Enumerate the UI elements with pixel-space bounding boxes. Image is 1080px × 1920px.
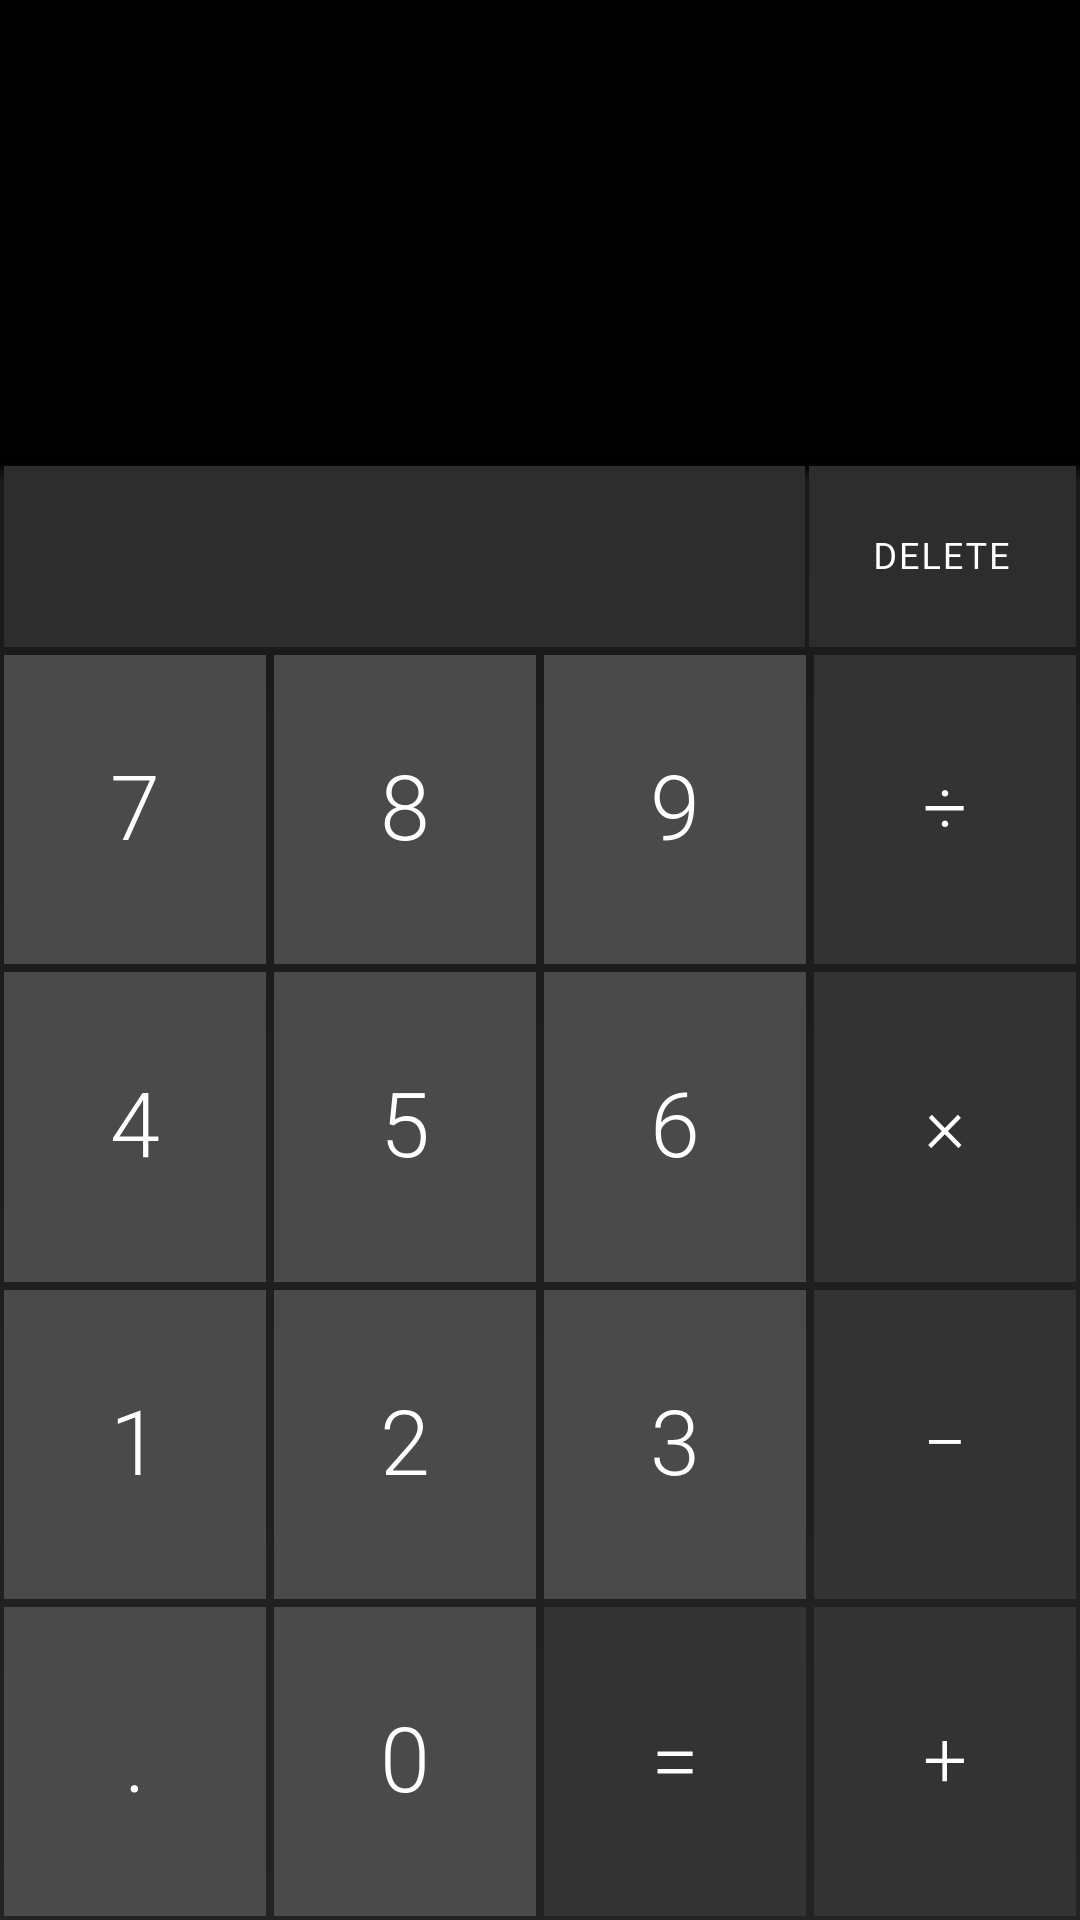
multiply-button[interactable]: ×	[814, 972, 1076, 1281]
digit-5-button[interactable]: 5	[274, 972, 536, 1281]
decimal-button[interactable]: .	[4, 1607, 266, 1916]
digit-3-button[interactable]: 3	[544, 1290, 806, 1599]
divide-button[interactable]: ÷	[814, 655, 1076, 964]
plus-button[interactable]: +	[814, 1607, 1076, 1916]
keypad-row-3: 1 2 3 −	[4, 1290, 1076, 1599]
keypad-row-2: 4 5 6 ×	[4, 972, 1076, 1281]
minus-button[interactable]: −	[814, 1290, 1076, 1599]
digit-6-button[interactable]: 6	[544, 972, 806, 1281]
keypad: DELETE 7 8 9 ÷ 4 5 6 × 1 2 3 − . 0 = +	[0, 462, 1080, 1920]
digit-9-button[interactable]: 9	[544, 655, 806, 964]
digit-7-button[interactable]: 7	[4, 655, 266, 964]
equals-button[interactable]: =	[544, 1607, 806, 1916]
main-keypad-rows: 7 8 9 ÷ 4 5 6 × 1 2 3 − . 0 = +	[0, 647, 1080, 1920]
digit-8-button[interactable]: 8	[274, 655, 536, 964]
digit-1-button[interactable]: 1	[4, 1290, 266, 1599]
digit-4-button[interactable]: 4	[4, 972, 266, 1281]
digit-0-button[interactable]: 0	[274, 1607, 536, 1916]
digit-2-button[interactable]: 2	[274, 1290, 536, 1599]
delete-row: DELETE	[0, 462, 1080, 647]
display-area	[0, 0, 1080, 462]
keypad-row-4: . 0 = +	[4, 1607, 1076, 1916]
keypad-row-1: 7 8 9 ÷	[4, 655, 1076, 964]
delete-button[interactable]: DELETE	[809, 466, 1076, 647]
delete-row-spacer	[4, 466, 805, 647]
